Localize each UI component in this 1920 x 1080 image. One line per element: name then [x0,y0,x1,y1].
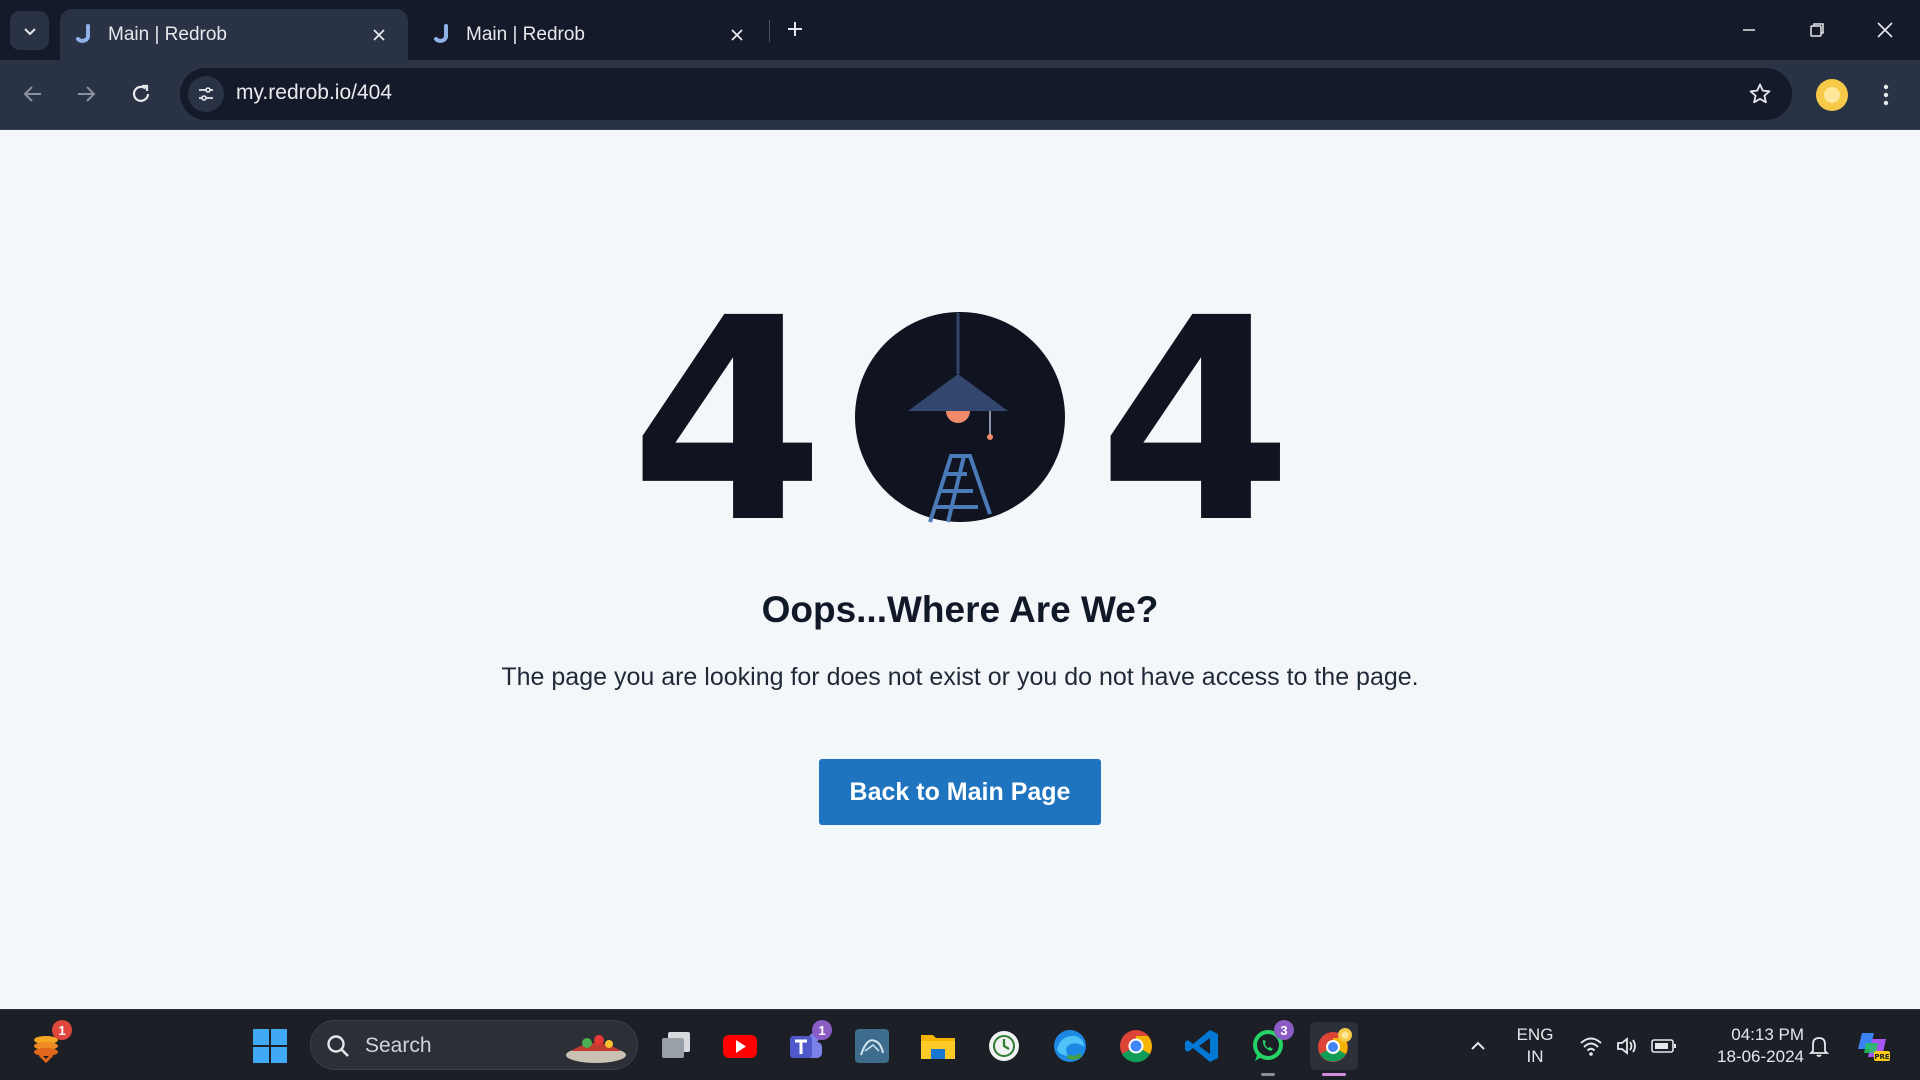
star-icon [1749,83,1771,104]
tab-search-button[interactable] [10,11,49,50]
avatar-icon [1824,87,1840,103]
digit-left: 4 [630,311,825,531]
lamp-circle [855,312,1065,523]
close-tab-icon[interactable] [368,24,390,46]
tab-main-redrob-2[interactable]: Main | Redrob [418,9,766,60]
arrow-left-icon [23,86,41,102]
volume-icon [1617,1036,1636,1055]
wifi-icon [1580,1037,1602,1056]
taskbar-search[interactable]: Search [310,1020,638,1070]
battery-button[interactable] [1648,1010,1680,1080]
error-message: The page you are looking for does not ex… [501,663,1419,691]
widgets-badge: 1 [52,1020,72,1040]
svg-text:PRE: PRE [1874,1053,1890,1061]
language-indicator[interactable]: ENG IN [1510,1010,1560,1080]
teams-badge: 1 [812,1020,832,1040]
browser-menu-button[interactable] [1870,77,1902,113]
close-window-button[interactable] [1862,12,1908,48]
windows-start-icon [253,1029,287,1063]
clock[interactable]: 04:13 PM 18-06-2024 [1694,1010,1804,1080]
widgets-button[interactable]: 1 [22,1020,72,1070]
forward-button[interactable] [68,76,104,112]
battery-icon [1651,1038,1676,1053]
clock-app-icon [989,1031,1019,1061]
tab-title: Main | Redrob [108,23,227,45]
search-icon [327,1035,349,1057]
youtube-app[interactable] [716,1022,764,1070]
running-indicator [1261,1073,1275,1076]
start-button[interactable] [246,1022,294,1070]
site-info-button[interactable] [188,76,224,112]
task-view-icon [662,1032,690,1058]
search-highlight-icon [566,1035,626,1063]
youtube-icon [723,1035,757,1058]
browser-toolbar: my.redrob.io/404 [0,60,1920,130]
mysql-workbench-app[interactable] [848,1022,896,1070]
whatsapp-app[interactable]: 3 [1244,1020,1294,1076]
network-button[interactable] [1576,1010,1606,1080]
profile-avatar[interactable] [1816,79,1848,111]
chevron-up-icon [1471,1041,1485,1050]
chrome-profile-app[interactable] [1310,1022,1358,1076]
browser-tabstrip: Main | Redrob Main | Redrob [0,0,1920,60]
search-placeholder: Search [365,1034,432,1057]
teams-app[interactable]: 1 [782,1020,832,1070]
windows-taskbar: 1 Search 1 3 ENG IN 04:13 PM 18-06-2024 … [0,1009,1920,1080]
digit-right: 4 [1098,311,1290,531]
tab-title: Main | Redrob [466,23,585,45]
url-text[interactable]: my.redrob.io/404 [236,81,392,105]
back-to-main-page-button[interactable]: Back to Main Page [819,759,1101,825]
page-content: 4 4 Oops...Where Are We? The page you ar… [0,131,1920,1009]
language-code: ENG [1516,1024,1554,1044]
arrow-right-icon [78,86,96,102]
minimize-icon [1743,29,1755,31]
chrome-icon [1120,1030,1152,1063]
edge-icon [1054,1030,1086,1062]
show-hidden-icons-button[interactable] [1462,1010,1494,1080]
file-explorer-icon [921,1035,955,1059]
bookmark-button[interactable] [1746,80,1774,108]
edge-app[interactable] [1046,1022,1094,1070]
task-view-button[interactable] [652,1022,700,1070]
restore-button[interactable] [1794,12,1840,48]
clock-date: 18-06-2024 [1717,1046,1804,1066]
error-404-illustration: 4 4 [630,311,1290,531]
reload-icon [132,84,150,102]
back-button[interactable] [15,76,51,112]
reload-button[interactable] [123,76,159,112]
copilot-button[interactable]: PRE [1852,1010,1896,1080]
new-tab-button[interactable] [780,14,810,44]
file-explorer-app[interactable] [914,1022,962,1070]
redrob-favicon-icon [76,23,90,43]
bell-icon [1808,1036,1830,1057]
close-tab-icon[interactable] [726,24,748,46]
mysql-workbench-icon [855,1029,889,1063]
clock-time: 04:13 PM [1731,1024,1804,1044]
chrome-app[interactable] [1112,1022,1160,1070]
close-icon [1877,22,1893,38]
chrome-profile-icon [1318,1028,1352,1062]
address-bar[interactable]: my.redrob.io/404 [180,68,1792,120]
chevron-down-icon [23,27,36,35]
tab-separator [769,20,770,42]
redrob-favicon-icon [434,23,448,43]
copilot-icon: PRE [1858,1032,1890,1061]
more-vertical-icon [1883,84,1889,106]
tab-main-redrob-1[interactable]: Main | Redrob [60,9,408,60]
clock-app[interactable] [980,1022,1028,1070]
restore-icon [1810,23,1824,37]
whatsapp-badge: 3 [1274,1020,1294,1040]
region-code: IN [1526,1046,1544,1066]
vscode-icon [1185,1030,1218,1062]
minimize-button[interactable] [1726,12,1772,48]
notifications-button[interactable] [1804,1010,1834,1080]
tune-icon [199,87,213,101]
plus-icon [788,22,802,36]
volume-button[interactable] [1612,1010,1642,1080]
page-title: Oops...Where Are We? [761,589,1159,630]
vscode-app[interactable] [1178,1022,1226,1070]
active-indicator [1322,1073,1346,1076]
